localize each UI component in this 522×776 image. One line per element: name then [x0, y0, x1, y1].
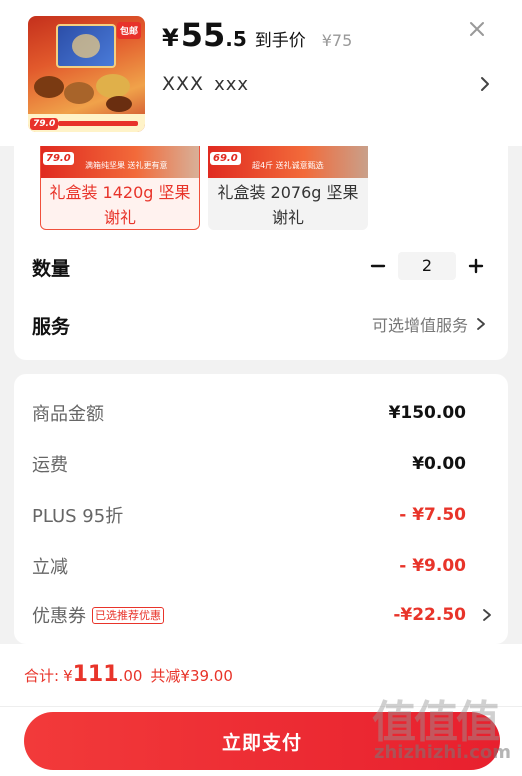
cost-row-shipping: 运费 ¥0.00	[32, 449, 492, 479]
quantity-input[interactable]: 2	[398, 252, 456, 280]
total-label: 合计:	[24, 667, 60, 685]
option-banner-price: 69.0	[210, 152, 241, 165]
cost-value: - ¥9.00	[399, 556, 466, 576]
price-display: ¥ 55 .5 到手价 ¥75	[162, 16, 353, 54]
minus-icon	[370, 264, 386, 268]
service-value: 可选增值服务	[371, 316, 468, 335]
price-symbol: ¥	[162, 24, 179, 52]
spec-option-label: 礼盒装 2076g 坚果谢礼	[217, 183, 359, 227]
service-selector[interactable]: 可选增值服务	[372, 312, 486, 336]
cost-label: 商品金额	[32, 404, 104, 425]
price-integer: 55	[180, 16, 226, 54]
divider	[0, 706, 522, 707]
chevron-right-icon	[481, 77, 489, 91]
close-button[interactable]	[466, 18, 488, 40]
cost-value: ¥0.00	[412, 454, 466, 474]
pay-now-button[interactable]: 立即支付	[24, 712, 500, 770]
checkout-bar: 合计: ¥ 111 .00 共减¥39.00 立即支付	[0, 644, 522, 776]
cost-label: 立减	[32, 557, 68, 578]
product-header: 包邮 79.0 ¥ 55 .5 到手价 ¥75 XXX xxx	[0, 0, 522, 146]
address-detail: xxx	[214, 73, 250, 95]
pay-now-label: 立即支付	[221, 731, 302, 754]
coupon-tag: 已选推荐优惠	[92, 606, 164, 624]
price-decimal: .5	[225, 27, 247, 51]
chevron-right-icon	[483, 609, 491, 621]
product-thumbnail: 包邮 79.0	[28, 16, 145, 132]
quantity-label: 数量	[32, 258, 71, 280]
total-symbol: ¥	[63, 667, 73, 685]
price-label: 到手价	[254, 31, 306, 51]
address-name: XXX	[162, 73, 205, 95]
cost-row-coupon[interactable]: 优惠券 已选推荐优惠 -¥22.50	[32, 600, 492, 630]
free-shipping-tag: 包邮	[116, 22, 141, 39]
cost-row-plus-discount: PLUS 95折 - ¥7.50	[32, 500, 492, 530]
option-banner-text: 超4斤 送礼诚意甄选	[252, 161, 324, 170]
cost-value: - ¥7.50	[399, 505, 466, 525]
cost-row-goods: 商品金额 ¥150.00	[32, 398, 492, 428]
spec-option-label: 礼盒装 1420g 坚果谢礼	[49, 183, 191, 227]
thumbnail-price-badge: 79.0	[30, 118, 59, 130]
total-saved: 共减¥39.00	[150, 667, 233, 685]
total-decimal: .00	[118, 667, 143, 685]
spec-option-selected[interactable]: 79.0 满箱纯坚果 送礼更有意 礼盒装 1420g 坚果谢礼	[40, 146, 200, 230]
cost-breakdown-card: 商品金额 ¥150.00 运费 ¥0.00 PLUS 95折 - ¥7.50 立…	[14, 374, 508, 644]
service-label: 服务	[32, 316, 71, 338]
cost-label: 运费	[32, 455, 68, 476]
close-icon	[470, 22, 484, 36]
option-banner-text: 满箱纯坚果 送礼更有意	[85, 161, 168, 170]
original-price: ¥75	[321, 31, 353, 50]
plus-icon	[468, 258, 484, 274]
decrease-button[interactable]	[366, 254, 390, 278]
total-integer: 111	[72, 662, 119, 687]
spec-option[interactable]: 69.0 超4斤 送礼诚意甄选 礼盒装 2076g 坚果谢礼	[208, 146, 368, 230]
increase-button[interactable]	[464, 254, 488, 278]
option-banner-price: 79.0	[43, 152, 74, 165]
spec-card: 79.0 满箱纯坚果 送礼更有意 礼盒装 1420g 坚果谢礼 69.0 超4斤…	[14, 146, 508, 360]
chevron-right-icon	[477, 318, 485, 330]
cost-value: ¥150.00	[388, 403, 466, 423]
address-selector[interactable]: XXX xxx	[162, 70, 492, 98]
cost-row-instant-discount: 立减 - ¥9.00	[32, 551, 492, 581]
cost-label: 优惠券	[32, 606, 86, 627]
quantity-stepper: 2	[366, 252, 488, 280]
cost-value: -¥22.50	[393, 605, 466, 625]
cost-label: PLUS 95折	[32, 506, 124, 527]
total-summary: 合计: ¥ 111 .00 共减¥39.00	[24, 662, 233, 687]
